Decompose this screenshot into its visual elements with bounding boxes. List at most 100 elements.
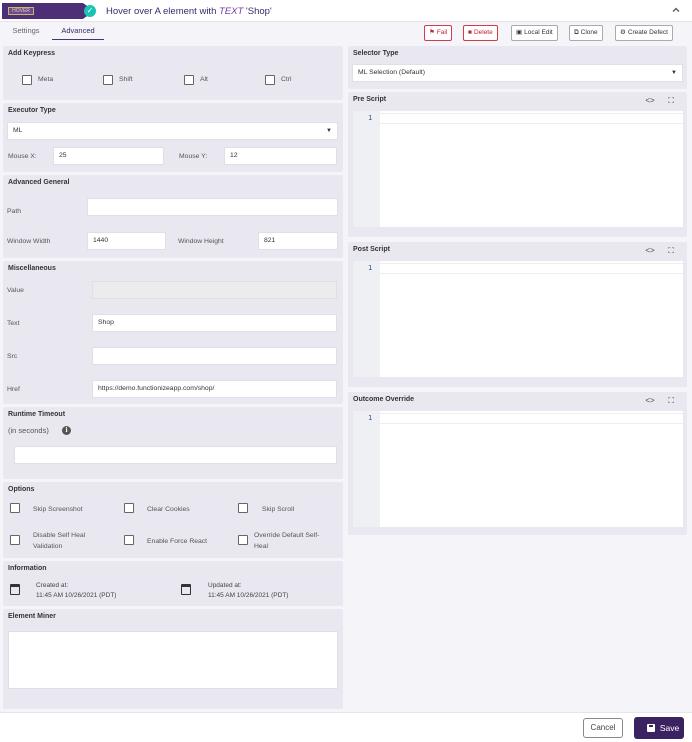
updated-value: 11:45 AM 10/26/2021 (PDT) — [208, 592, 289, 599]
expand-icon[interactable]: ⛶ — [665, 95, 677, 107]
meta-checkbox[interactable] — [22, 75, 32, 85]
title-prefix: Hover over A element with — [106, 6, 219, 17]
skip-screenshot-checkbox[interactable] — [10, 503, 20, 513]
step-title: Hover over A element with TEXT 'Shop' — [106, 6, 272, 17]
executor-type-select[interactable]: ML ▼ — [7, 122, 338, 140]
code-icon[interactable]: <> — [644, 395, 656, 407]
options-title: Options — [8, 486, 35, 493]
selector-type-title: Selector Type — [353, 50, 399, 57]
current-line — [380, 413, 683, 424]
runtime-timeout-title: Runtime Timeout — [8, 411, 66, 418]
save-button[interactable]: Save — [634, 717, 684, 739]
tab-advanced[interactable]: Advanced — [52, 24, 104, 40]
calendar-icon — [181, 584, 191, 595]
meta-label: Meta — [38, 76, 54, 83]
info-icon[interactable]: i — [62, 426, 71, 435]
href-label: Href — [7, 386, 20, 393]
alt-checkbox[interactable] — [184, 75, 194, 85]
selector-type-select[interactable]: ML Selection (Default) ▼ — [352, 64, 683, 82]
action-type-tag: HOVER — [2, 3, 94, 19]
ctrl-checkbox[interactable] — [265, 75, 275, 85]
line-gutter: 1 — [353, 411, 380, 527]
step-header: HOVER ✓ Hover over A element with TEXT '… — [0, 0, 692, 22]
skip-screenshot-label: Skip Screenshot — [33, 506, 83, 513]
enable-force-react-checkbox[interactable] — [124, 535, 134, 545]
delete-button[interactable]: ■ Delete — [463, 25, 498, 41]
mouse-y-label: Mouse Y: — [179, 153, 208, 160]
runtime-timeout-panel: Runtime Timeout (in seconds) i — [3, 407, 343, 479]
value-label: Value — [7, 287, 24, 294]
mouse-x-input[interactable]: 25 — [53, 147, 164, 165]
window-width-input[interactable]: 1440 — [87, 232, 166, 250]
outcome-override-panel: Outcome Override <> ⛶ 1 — [348, 392, 687, 535]
href-input[interactable]: https://demo.functionizeapp.com/shop/ — [92, 380, 337, 398]
clone-button[interactable]: ⧉ Clone — [569, 25, 603, 41]
pre-script-editor[interactable]: 1 — [353, 111, 683, 227]
path-input[interactable] — [87, 198, 338, 216]
information-panel: Information Created at: 11:45 AM 10/26/2… — [3, 561, 343, 606]
fail-button[interactable]: ⚑ Fail — [424, 25, 453, 41]
created-value: 11:45 AM 10/26/2021 (PDT) — [36, 592, 117, 599]
mouse-y-input[interactable]: 12 — [224, 147, 337, 165]
outcome-override-title: Outcome Override — [353, 396, 415, 403]
code-icon[interactable]: <> — [644, 245, 656, 257]
title-suffix: 'Shop' — [243, 6, 272, 17]
line-number: 1 — [368, 414, 373, 422]
clear-cookies-label: Clear Cookies — [147, 506, 190, 513]
skip-scroll-label: Skip Scroll — [262, 506, 295, 513]
add-keypress-panel: Add Keypress Meta Shift Alt Ctrl — [3, 46, 343, 100]
shift-checkbox[interactable] — [103, 75, 113, 85]
current-line — [380, 113, 683, 124]
ctrl-label: Ctrl — [281, 76, 292, 83]
expand-icon[interactable]: ⛶ — [665, 245, 677, 257]
expand-icon[interactable]: ⛶ — [665, 395, 677, 407]
title-keyword: TEXT — [219, 6, 244, 17]
text-label: Text — [7, 320, 20, 327]
disable-self-heal-label: Disable Self Heal — [33, 532, 86, 539]
caret-down-icon: ▼ — [671, 70, 677, 76]
disable-self-heal-checkbox[interactable] — [10, 535, 20, 545]
flag-icon: ⚑ — [429, 29, 435, 36]
pre-script-panel: Pre Script <> ⛶ 1 — [348, 92, 687, 237]
updated-label: Updated at: — [208, 582, 242, 589]
created-info: Created at: 11:45 AM 10/26/2021 (PDT) — [36, 581, 116, 601]
path-label: Path — [7, 208, 21, 215]
advanced-general-panel: Advanced General Path Window Width 1440 … — [3, 175, 343, 258]
post-script-editor[interactable]: 1 — [353, 261, 683, 377]
runtime-timeout-subtitle: (in seconds) — [8, 426, 49, 435]
window-height-input[interactable]: 821 — [258, 232, 338, 250]
override-self-heal-checkbox[interactable] — [238, 535, 248, 545]
create-defect-button[interactable]: ⚙ Create Defect — [615, 25, 673, 41]
information-title: Information — [8, 565, 47, 572]
local-edit-button[interactable]: ▣ Local Edit — [511, 25, 558, 41]
skip-scroll-checkbox[interactable] — [238, 503, 248, 513]
edit-window-icon: ▣ — [516, 29, 523, 36]
value-input — [92, 281, 337, 299]
code-icon[interactable]: <> — [644, 95, 656, 107]
created-label: Created at: — [36, 582, 69, 589]
action-badge: HOVER — [8, 7, 34, 15]
clear-cookies-checkbox[interactable] — [124, 503, 134, 513]
src-input[interactable] — [92, 347, 337, 365]
copy-icon: ⧉ — [574, 29, 579, 36]
executor-type-value: ML — [13, 127, 23, 134]
executor-type-panel: Executor Type ML ▼ Mouse X: 25 Mouse Y: … — [3, 103, 343, 172]
shift-label: Shift — [119, 76, 133, 83]
check-circle-icon: ✓ — [84, 5, 96, 17]
outcome-override-editor[interactable]: 1 — [353, 411, 683, 527]
element-miner-textarea[interactable] — [8, 631, 338, 689]
text-input[interactable]: Shop — [92, 314, 337, 332]
window-height-label: Window Height — [178, 238, 224, 245]
advanced-general-title: Advanced General — [8, 179, 70, 186]
miscellaneous-panel: Miscellaneous Value Text Shop Src Href h… — [3, 261, 343, 404]
runtime-timeout-input[interactable] — [14, 446, 337, 464]
line-number: 1 — [368, 264, 373, 272]
selector-type-value: ML Selection (Default) — [358, 69, 425, 76]
element-miner-title: Element Miner — [8, 613, 56, 620]
tab-settings[interactable]: Settings — [4, 24, 48, 40]
disable-self-heal-label-2: Validation — [33, 543, 63, 550]
cancel-button[interactable]: Cancel — [583, 718, 623, 738]
trash-icon: ■ — [468, 29, 472, 36]
enable-force-react-label: Enable Force React — [147, 538, 208, 545]
chevron-up-icon[interactable] — [670, 5, 682, 17]
